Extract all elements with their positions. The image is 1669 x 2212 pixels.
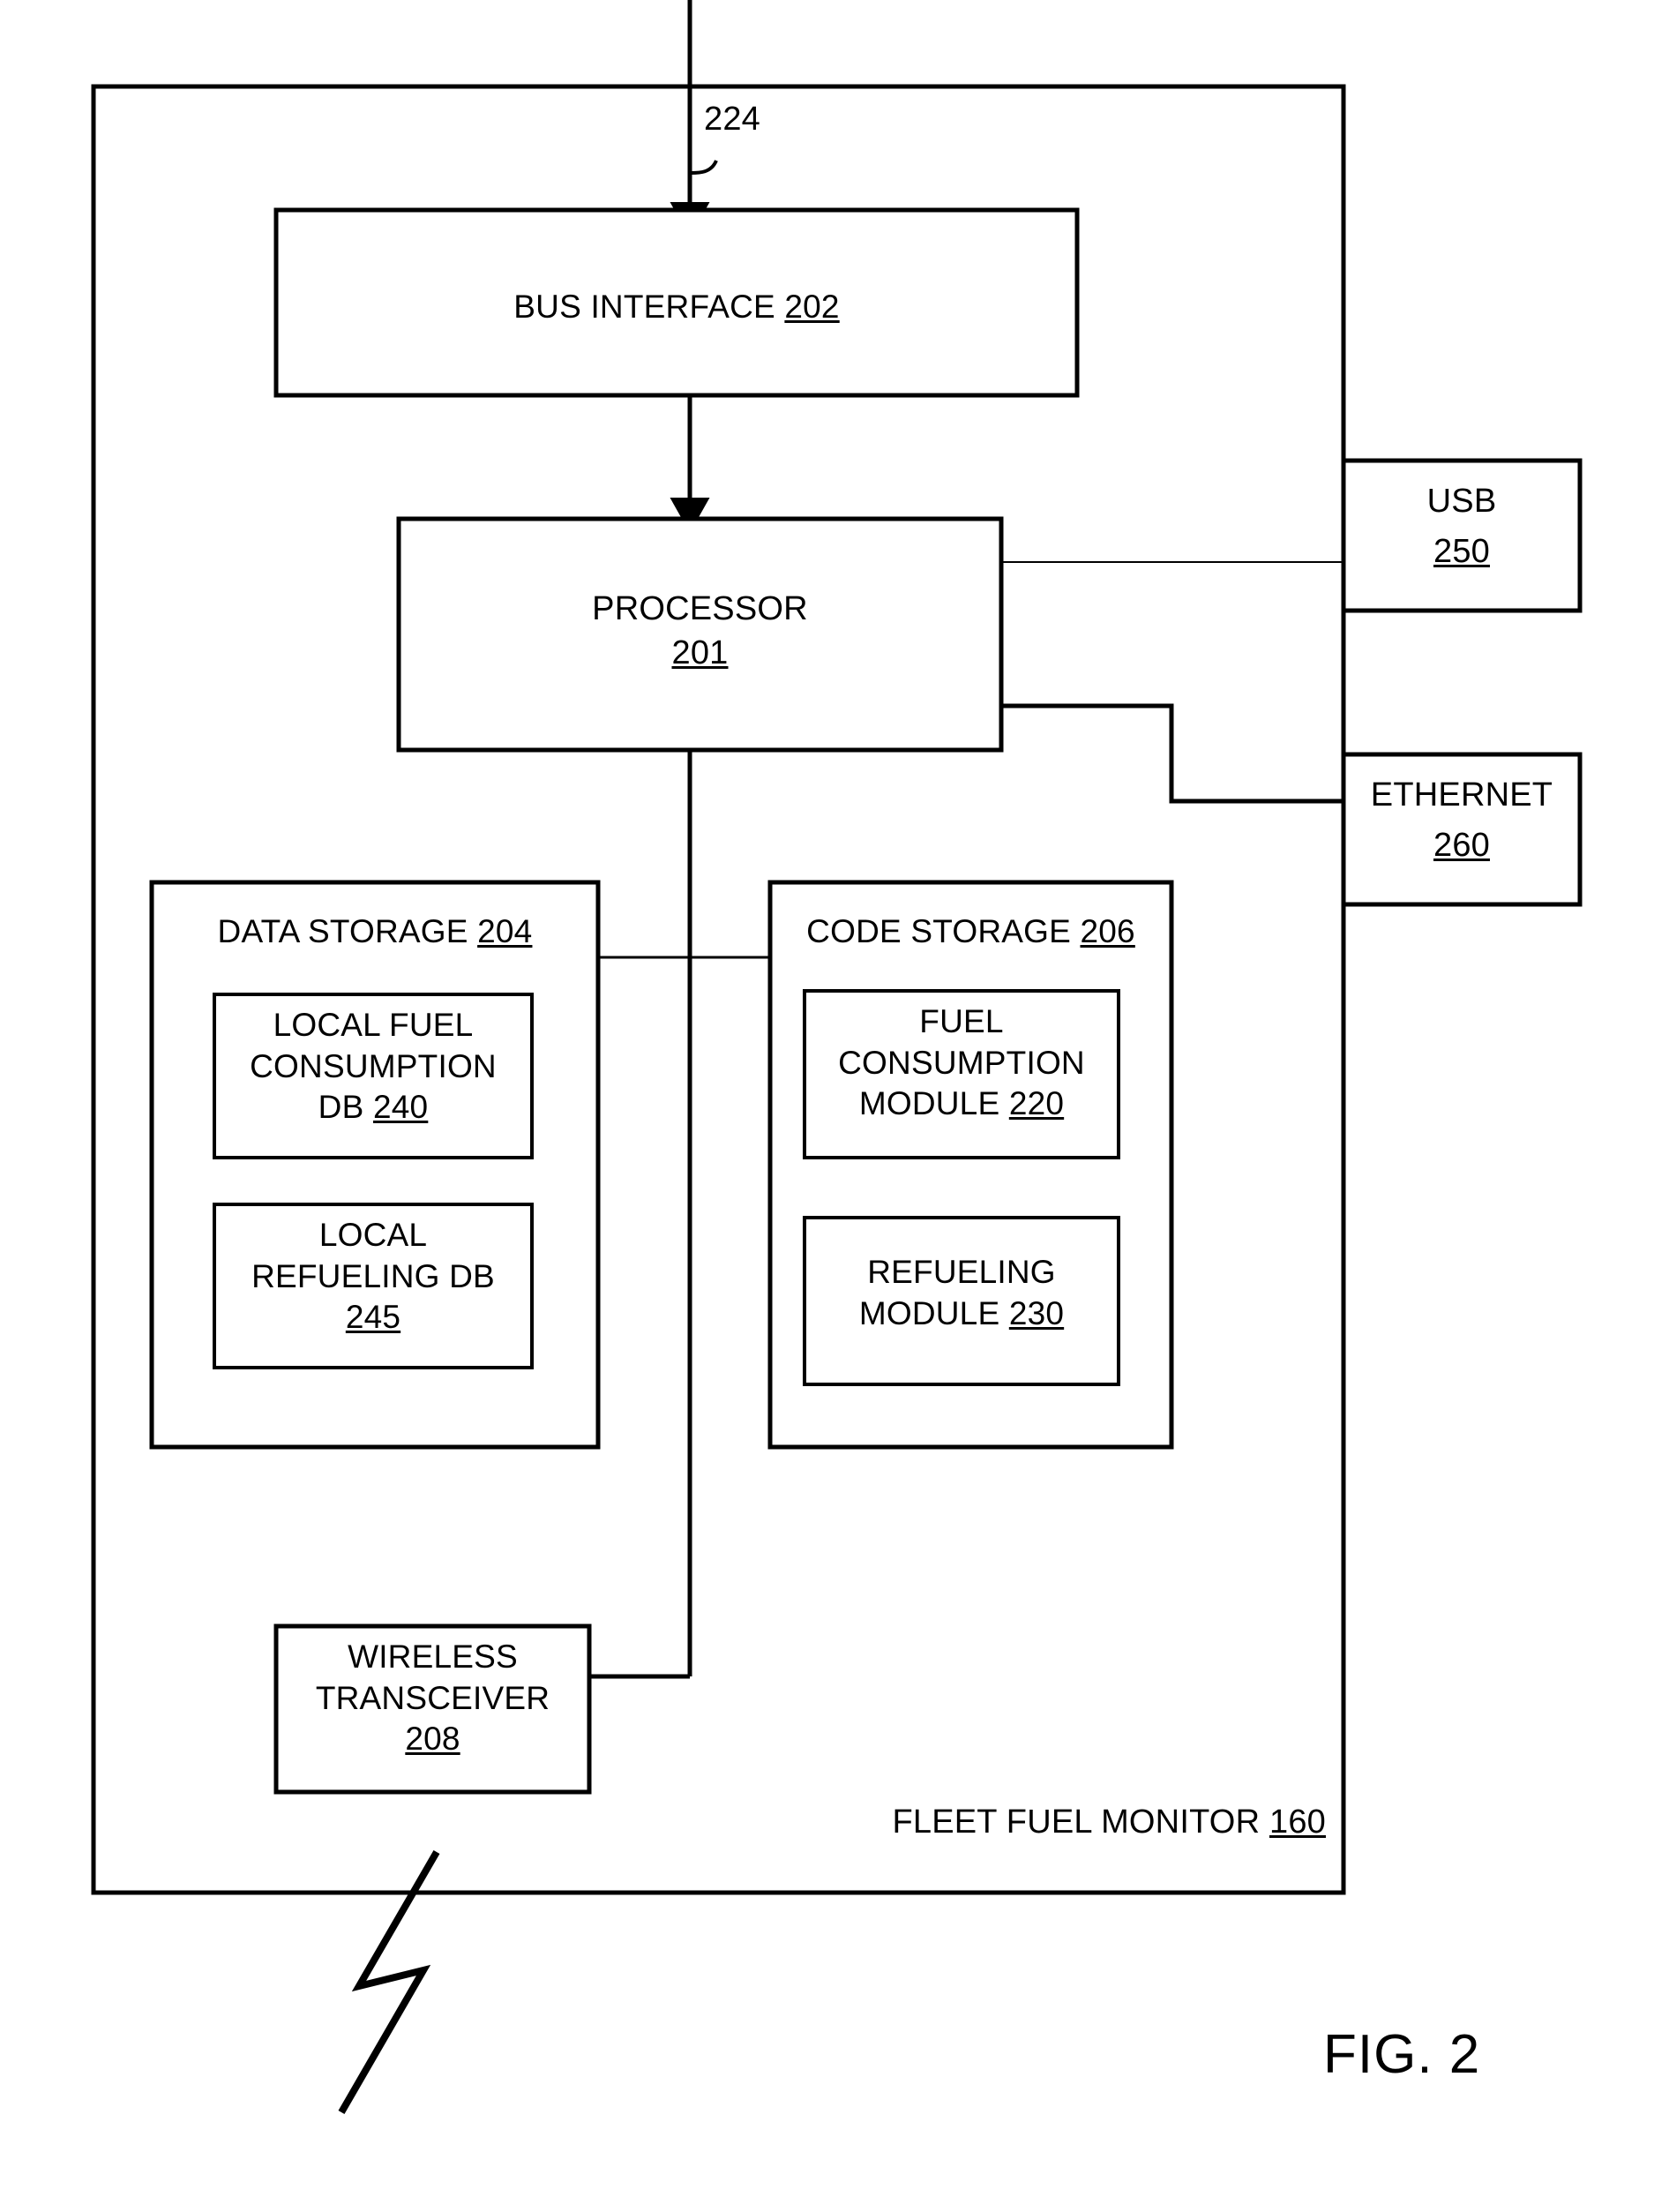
fcm-ref: 220	[1008, 1085, 1065, 1122]
lfcdb-line2: CONSUMPTION	[250, 1047, 497, 1084]
usb-ref: 250	[1343, 531, 1580, 574]
processor-title: PROCESSOR	[592, 590, 808, 627]
lrdb-ref: 245	[345, 1299, 401, 1336]
lfcdb-line1: LOCAL FUEL	[273, 1007, 474, 1043]
fcm-line2: CONSUMPTION	[838, 1044, 1085, 1081]
wt-line1: WIRELESS	[348, 1638, 518, 1675]
data-storage-label: DATA STORAGE 204	[152, 911, 598, 953]
fcm-line1: FUEL	[919, 1003, 1004, 1039]
wireless-transceiver-label: WIRELESS TRANSCEIVER 208	[276, 1637, 589, 1760]
rm-line1: REFUELING	[867, 1254, 1056, 1290]
rm-line2: MODULE	[858, 1294, 1000, 1331]
data-storage-title: DATA STORAGE	[217, 913, 468, 949]
lrdb-line1: LOCAL	[318, 1217, 428, 1253]
data-storage-ref: 204	[477, 913, 533, 949]
ethernet-label: ETHERNET	[1335, 775, 1589, 817]
local-refueling-db-label: LOCAL REFUELING DB 245	[214, 1215, 532, 1338]
usb-title: USB	[1426, 483, 1497, 520]
bus-interface-ref: 202	[784, 289, 840, 325]
figure-caption: FIG. 2	[1323, 2024, 1481, 2085]
usb-ref-value: 250	[1433, 533, 1490, 570]
fcm-line3: MODULE	[858, 1085, 1000, 1122]
wt-ref: 208	[405, 1721, 460, 1758]
processor-label: PROCESSOR	[399, 589, 1001, 631]
lfcdb-line3: DB	[318, 1089, 364, 1126]
ethernet-title: ETHERNET	[1370, 776, 1553, 814]
local-fuel-consumption-db-label: LOCAL FUEL CONSUMPTION DB 240	[214, 1005, 532, 1128]
fleet-fuel-monitor-title: FLEET FUEL MONITOR	[892, 1803, 1261, 1841]
processor-ref: 201	[399, 633, 1001, 675]
lfcdb-ref: 240	[372, 1089, 429, 1126]
usb-label: USB	[1343, 481, 1580, 523]
rm-ref: 230	[1008, 1294, 1065, 1331]
processor-ref-value: 201	[671, 634, 729, 671]
code-storage-label: CODE STORAGE 206	[770, 911, 1171, 953]
bus-interface-label: BUS INTERFACE 202	[276, 287, 1077, 328]
fleet-fuel-monitor-footer: FLEET FUEL MONITOR 160	[849, 1802, 1326, 1844]
code-storage-ref: 206	[1080, 913, 1135, 949]
wt-line2: TRANSCEIVER	[315, 1679, 550, 1716]
lrdb-line2: REFUELING DB	[251, 1257, 495, 1294]
ethernet-ref-value: 260	[1433, 827, 1490, 864]
figure-page: 224 BUS INTERFACE 202 PROCESSOR 201 USB …	[0, 0, 1669, 2212]
fleet-fuel-monitor-ref: 160	[1269, 1803, 1326, 1841]
ethernet-ref: 260	[1343, 825, 1580, 867]
code-storage-title: CODE STORAGE	[806, 913, 1071, 949]
fuel-consumption-module-label: FUEL CONSUMPTION MODULE 220	[805, 1001, 1119, 1125]
bus-interface-title: BUS INTERFACE	[513, 289, 775, 325]
input-arrow-ref-label: 224	[704, 101, 761, 138]
refueling-module-label: REFUELING MODULE 230	[805, 1252, 1119, 1334]
